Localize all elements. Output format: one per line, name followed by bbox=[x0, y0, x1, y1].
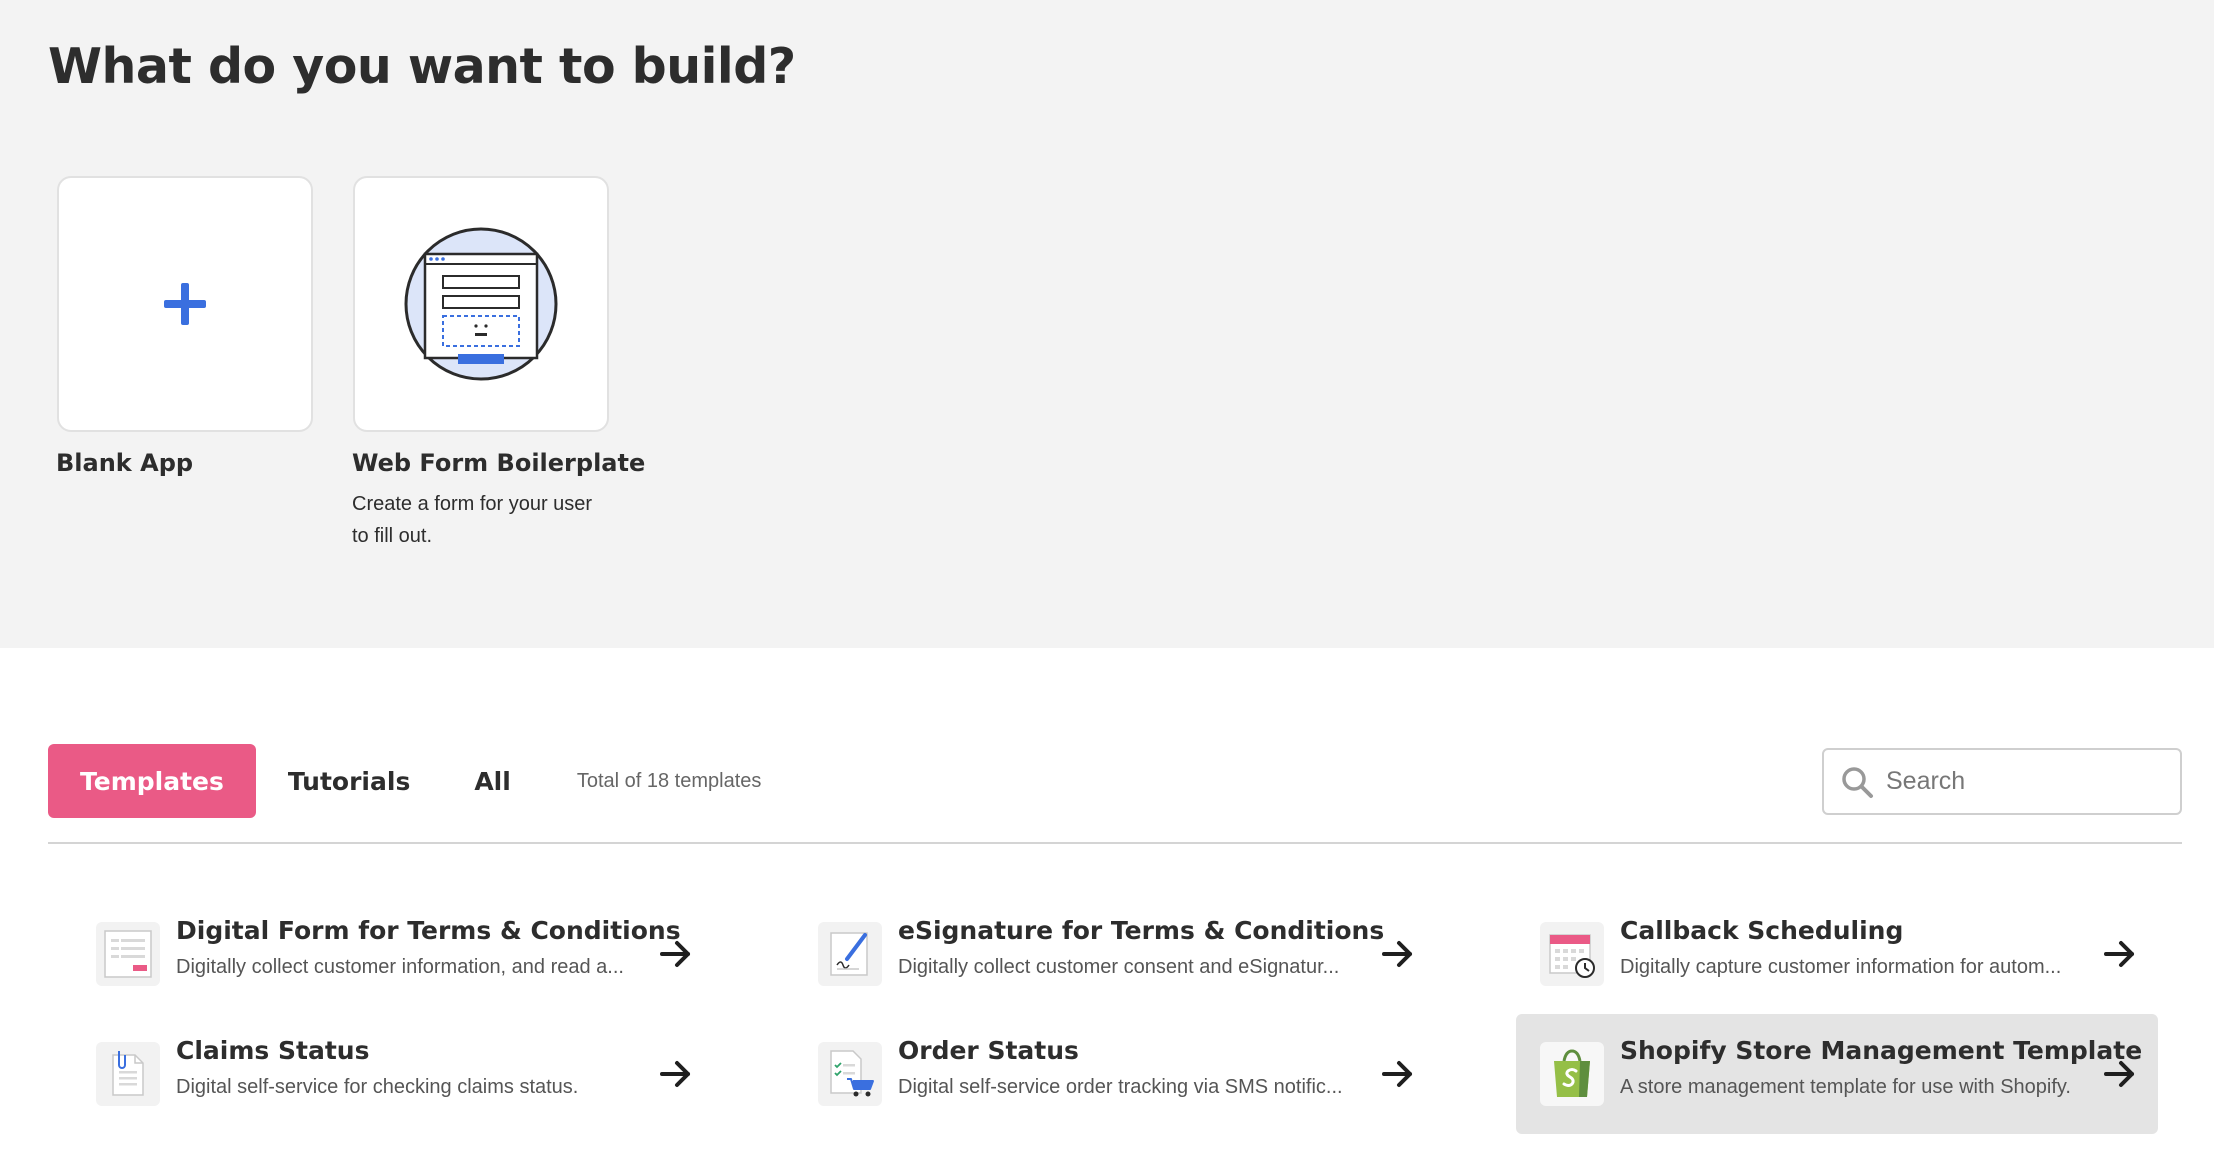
template-item-esignature[interactable]: eSignature for Terms & Conditions Digita… bbox=[794, 894, 1436, 1014]
web-form-boilerplate-card[interactable] bbox=[353, 176, 609, 432]
template-tabs: Templates Tutorials All Total of 18 temp… bbox=[48, 744, 761, 818]
template-name: Order Status bbox=[898, 1036, 1079, 1065]
search-icon bbox=[1842, 766, 1873, 798]
template-item-digital-form[interactable]: Digital Form for Terms & Conditions Digi… bbox=[72, 894, 714, 1014]
calendar-clock-icon bbox=[1549, 934, 1595, 978]
template-description: Digitally capture customer information f… bbox=[1620, 956, 2062, 978]
template-description: Digital self-service order tracking via … bbox=[898, 1076, 1343, 1098]
template-item-order-status[interactable]: Order Status Digital self-service order … bbox=[794, 1014, 1436, 1134]
template-name: eSignature for Terms & Conditions bbox=[898, 916, 1385, 945]
tab-tutorials[interactable]: Tutorials bbox=[256, 744, 442, 818]
total-templates-count: Total of 18 templates bbox=[576, 769, 762, 792]
arrow-right-icon[interactable] bbox=[2102, 1056, 2138, 1092]
search-box[interactable] bbox=[1822, 748, 2182, 815]
divider bbox=[48, 842, 2182, 844]
clipboard-document-icon bbox=[112, 1051, 144, 1096]
blank-app-label: Blank App bbox=[56, 449, 194, 477]
template-description: Digitally collect customer information, … bbox=[176, 956, 624, 978]
template-name: Shopify Store Management Template bbox=[1620, 1036, 2143, 1065]
form-document-icon bbox=[104, 930, 152, 978]
arrow-right-icon[interactable] bbox=[2102, 936, 2138, 972]
web-form-boilerplate-label: Web Form Boilerplate bbox=[352, 449, 646, 477]
template-item-claims-status[interactable]: Claims Status Digital self-service for c… bbox=[72, 1014, 714, 1134]
web-form-illustration-icon bbox=[404, 227, 558, 381]
build-header-section: What do you want to build? Blank App Web… bbox=[0, 0, 2214, 648]
template-description: Digital self-service for checking claims… bbox=[176, 1076, 579, 1098]
search-input[interactable] bbox=[1886, 767, 2166, 796]
order-cart-icon bbox=[830, 1050, 874, 1097]
shopify-bag-icon bbox=[1554, 1049, 1590, 1097]
arrow-right-icon[interactable] bbox=[1380, 936, 1416, 972]
signature-pen-icon bbox=[830, 932, 868, 976]
template-description: Digitally collect customer consent and e… bbox=[898, 956, 1340, 978]
web-form-boilerplate-description: Create a form for your user to fill out. bbox=[352, 493, 593, 547]
arrow-right-icon[interactable] bbox=[658, 936, 694, 972]
template-name: Claims Status bbox=[176, 1036, 370, 1065]
template-item-callback-scheduling[interactable]: Callback Scheduling Digitally capture cu… bbox=[1516, 894, 2158, 1014]
tab-templates[interactable]: Templates bbox=[48, 744, 256, 818]
blank-app-card[interactable] bbox=[57, 176, 313, 432]
template-item-shopify[interactable]: Shopify Store Management Template A stor… bbox=[1516, 1014, 2158, 1134]
arrow-right-icon[interactable] bbox=[658, 1056, 694, 1092]
tab-all[interactable]: All bbox=[442, 744, 543, 818]
template-name: Digital Form for Terms & Conditions bbox=[176, 916, 681, 945]
template-name: Callback Scheduling bbox=[1620, 916, 1904, 945]
arrow-right-icon[interactable] bbox=[1380, 1056, 1416, 1092]
plus-icon bbox=[164, 283, 206, 325]
template-description: A store management template for use with… bbox=[1620, 1076, 2071, 1098]
page-title: What do you want to build? bbox=[48, 38, 796, 95]
